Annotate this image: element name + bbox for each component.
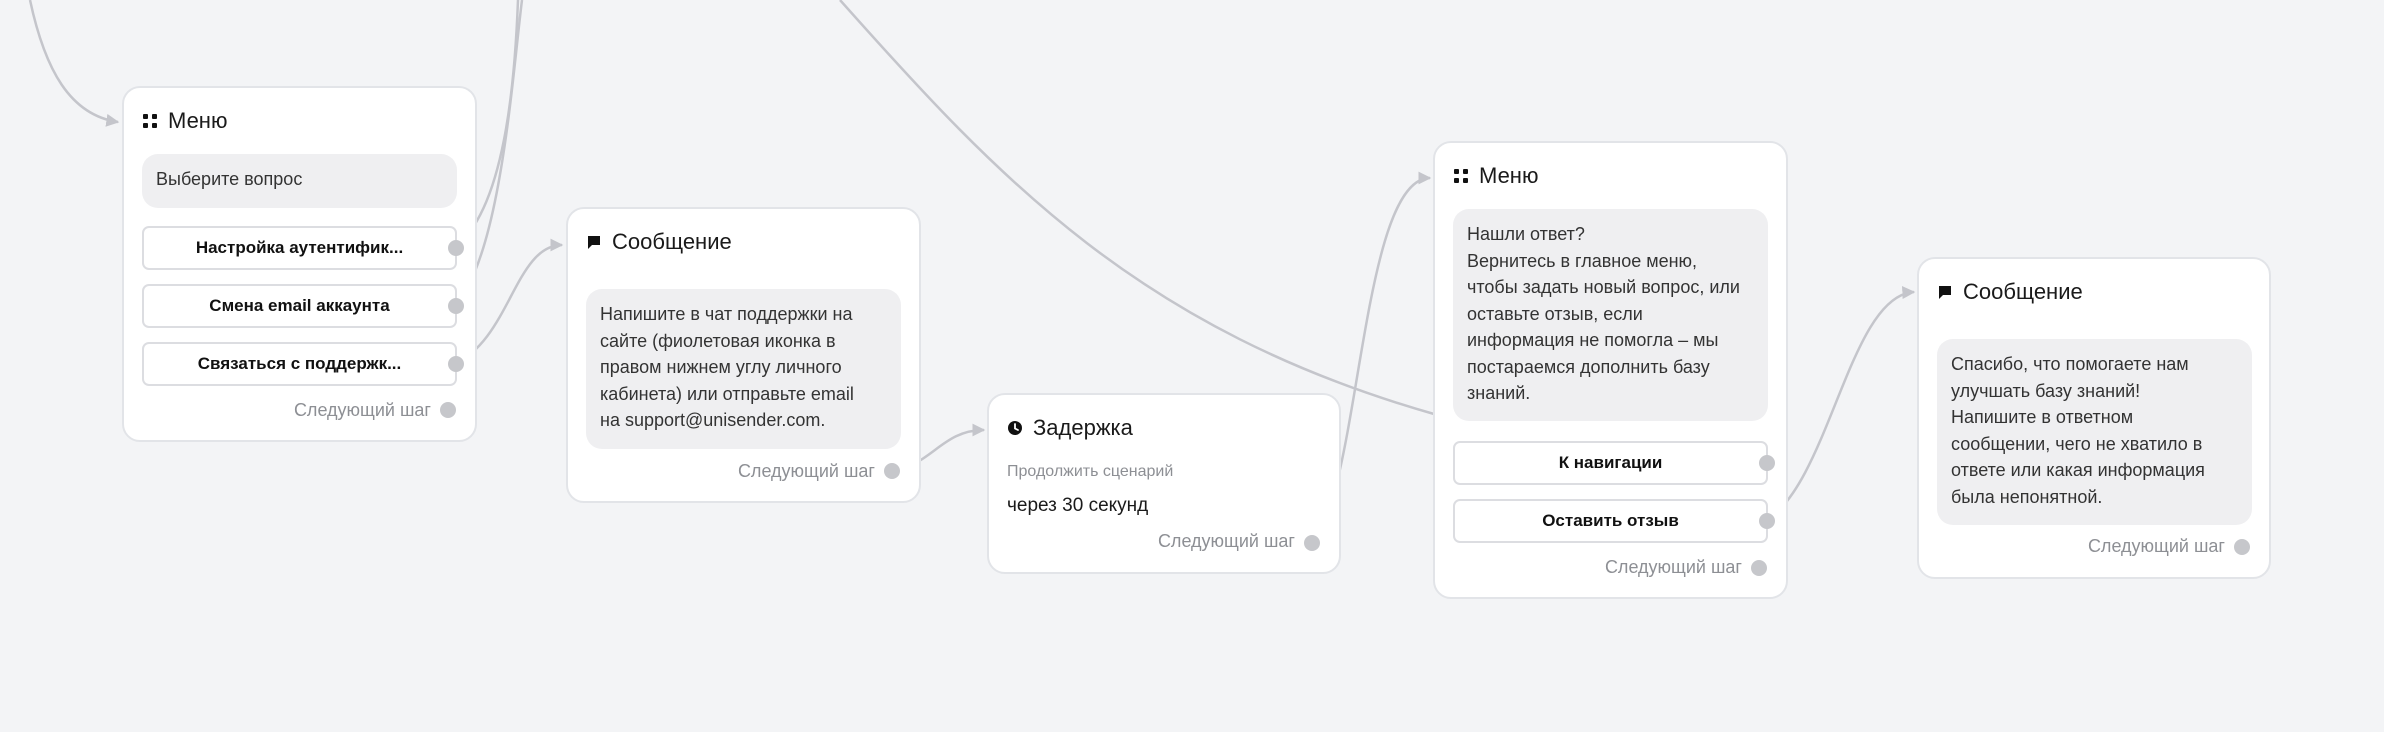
message-text-bubble: Спасибо, что помогаете нам улучшать базу …: [1937, 339, 2252, 525]
option-label: Связаться с поддержк...: [197, 354, 402, 373]
bubble-line: была непонятной.: [1951, 486, 2103, 507]
bubble-line: кабинета) или отправьте email: [600, 383, 854, 404]
node-title: Задержка: [1033, 415, 1133, 440]
bubble-line: Выберите вопрос: [156, 169, 303, 189]
menu-node-2[interactable]: Меню Нашли ответ? Вернитесь в главное мен…: [1433, 141, 1788, 599]
bubble-line: Напишите в чат поддержки на: [600, 304, 853, 324]
menu-node-2-header: Меню: [1453, 161, 1538, 191]
menu-question-bubble: Нашли ответ? Вернитесь в главное меню, что…: [1453, 209, 1768, 421]
bubble-line: улучшать базу знаний!: [1951, 380, 2141, 401]
bubble-line: знаний.: [1467, 383, 1531, 403]
bubble-line: оставьте отзыв, если: [1467, 303, 1643, 324]
bubble-line: сайте (фиолетовая иконка в: [600, 330, 836, 351]
edge-incoming-menu1: [28, 0, 120, 127]
bubble-line: правом нижнем углу личного: [600, 357, 842, 377]
bubble-line: Вернитесь в главное меню,: [1467, 250, 1698, 271]
clock-icon: [1007, 420, 1023, 436]
message-node-1[interactable]: Сообщение Напишите в чат поддержки на сай…: [566, 207, 921, 503]
bubble-line: чтобы задать новый вопрос, или: [1467, 277, 1740, 297]
edge-feedback-to-message2: [1766, 286, 1916, 522]
option-port[interactable]: [448, 240, 464, 256]
node-title: Сообщение: [1963, 279, 2083, 304]
next-step-label: Следующий шаг: [1604, 557, 1742, 577]
delay-value: через 30 секунд: [1007, 495, 1149, 516]
bubble-line: Спасибо, что помогаете нам: [1951, 354, 2189, 374]
grid-icon: [1453, 168, 1469, 184]
node-title: Меню: [168, 108, 228, 133]
message-node-2-header: Сообщение: [1937, 277, 2083, 307]
next-step-port[interactable]: [884, 463, 900, 479]
menu-node-1[interactable]: Меню Выберите вопрос Настройка аутентифи…: [122, 86, 477, 442]
delay-node[interactable]: Задержка Продолжить сценарий через 30 се…: [987, 393, 1341, 574]
next-step-port[interactable]: [1304, 535, 1320, 551]
menu-node-1-header: Меню: [142, 106, 227, 136]
delay-node-header: Задержка: [1007, 413, 1133, 443]
edge-top-to-menu2: [839, 0, 1435, 416]
message-node-2[interactable]: Сообщение Спасибо, что помогаете нам улуч…: [1917, 257, 2271, 579]
next-step-port[interactable]: [1751, 560, 1767, 576]
next-step-port[interactable]: [440, 402, 456, 418]
option-button-feedback[interactable]: Оставить отзыв: [1453, 499, 1768, 543]
message-node-1-header: Сообщение: [586, 227, 732, 257]
option-label: Настройка аутентифик...: [195, 238, 404, 257]
bubble-line: постараемся дополнить базу: [1467, 356, 1710, 377]
message-text-bubble: Напишите в чат поддержки на сайте (фиолет…: [586, 289, 901, 449]
bubble-line: информация не помогла – мы: [1467, 330, 1719, 350]
delay-label: Продолжить сценарий: [1007, 463, 1174, 480]
option-label: Смена email аккаунта: [209, 296, 390, 315]
chat-bubble-icon: [1937, 284, 1953, 300]
option-button-support[interactable]: Связаться с поддержк...: [142, 342, 457, 386]
option-button-email[interactable]: Смена email аккаунта: [142, 284, 457, 328]
next-step-port[interactable]: [2234, 539, 2250, 555]
next-step-label: Следующий шаг: [293, 400, 431, 420]
node-title: Меню: [1479, 163, 1539, 188]
menu-question-bubble: Выберите вопрос: [142, 154, 457, 208]
next-step-label: Следующий шаг: [737, 461, 875, 481]
option-button-auth[interactable]: Настройка аутентифик...: [142, 226, 457, 270]
option-label: Оставить отзыв: [1542, 511, 1679, 530]
option-port[interactable]: [1759, 455, 1775, 471]
option-label: К навигации: [1558, 453, 1663, 472]
option-port[interactable]: [448, 356, 464, 372]
bubble-line: сообщении, чего не хватило в: [1951, 433, 2203, 454]
bubble-line: Нашли ответ?: [1467, 224, 1585, 244]
next-step-label: Следующий шаг: [1157, 531, 1295, 551]
node-title: Сообщение: [612, 229, 732, 254]
next-step-label: Следующий шаг: [2087, 536, 2225, 556]
grid-icon: [142, 113, 158, 129]
chat-bubble-icon: [586, 234, 602, 250]
option-port[interactable]: [1759, 513, 1775, 529]
option-port[interactable]: [448, 298, 464, 314]
bubble-line: Напишите в ответном: [1951, 407, 2134, 427]
bubble-line: на support@unisender.com.: [600, 410, 826, 430]
option-button-navigation[interactable]: К навигации: [1453, 441, 1768, 485]
bubble-line: ответе или какая информация: [1951, 460, 2205, 480]
